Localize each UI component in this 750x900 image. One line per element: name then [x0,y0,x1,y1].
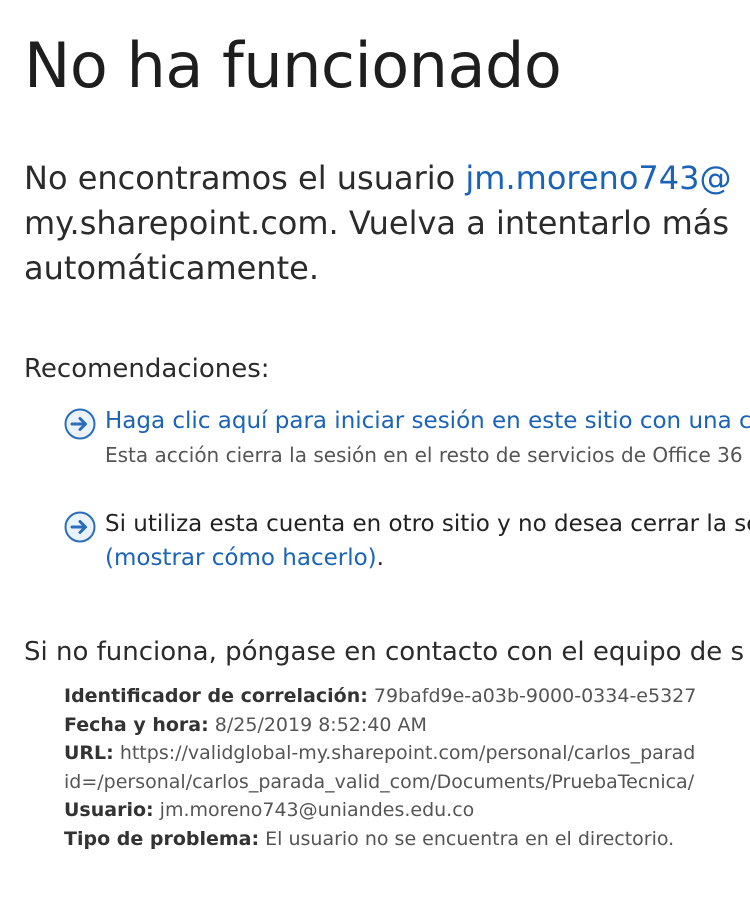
recommendation-suffix: . [376,545,384,571]
contact-support-text: Si no funciona, póngase en contacto con … [24,637,745,667]
detail-correlation: Identificador de correlación: 79bafd9e-a… [64,682,750,711]
message-line-1: No encontramos el usuario jm.moreno743@ [24,156,750,201]
detail-problem-type: Tipo de problema: El usuario no se encue… [64,825,750,854]
message-line-3: automáticamente. [24,249,319,287]
arrow-circle-right-icon[interactable] [64,408,96,440]
detail-value: 8/25/2019 8:52:40 AM [214,713,427,736]
recommendation-note: Esta acción cierra la sesión en el resto… [105,443,743,467]
page-title: No ha funcionado [24,29,562,102]
detail-url-continued: id=/personal/carlos_parada_valid_com/Doc… [64,770,695,793]
detail-label: Fecha y hora: [64,713,209,736]
show-how-link[interactable]: (mostrar cómo hacerlo) [105,545,377,571]
detail-datetime: Fecha y hora: 8/25/2019 8:52:40 AM [64,711,750,740]
recommendation-text: Haga clic aquí para iniciar sesión en es… [105,404,750,472]
error-details: Identificador de correlación: 79bafd9e-a… [64,682,750,853]
message-line-2: my.sharepoint.com. Vuelva a intentarlo m… [24,204,730,242]
detail-value: jm.moreno743@uniandes.edu.co [159,799,475,821]
detail-label: Identificador de correlación: [64,685,368,707]
detail-value: https://validglobal-my.sharepoint.com/pe… [119,742,696,764]
detail-user: Usuario: jm.moreno743@uniandes.edu.co [64,796,750,825]
recommendation-item-other-site: Si utiliza esta cuenta en otro sitio y n… [64,507,750,581]
detail-label: Usuario: [64,799,154,821]
recommendations-heading: Recomendaciones: [24,354,270,384]
detail-label: Tipo de problema: [64,827,260,850]
error-message: No encontramos el usuario jm.moreno743@ … [24,156,750,291]
user-link[interactable]: jm.moreno743@ [465,159,731,197]
recommendation-item-sign-in: Haga clic aquí para iniciar sesión en es… [64,404,750,478]
detail-value: El usuario no se encuentra en el directo… [265,827,675,850]
detail-url: URL: https://validglobal-my.sharepoint.c… [64,739,750,768]
detail-value: 79bafd9e-a03b-9000-0334-e5327 [373,685,697,707]
arrow-circle-right-icon [64,511,96,543]
message-prefix: No encontramos el usuario [24,159,466,197]
recommendation-body: Si utiliza esta cuenta en otro sitio y n… [105,511,750,537]
sign-in-other-account-link[interactable]: Haga clic aquí para iniciar sesión en es… [105,408,750,434]
detail-label: URL: [64,742,114,764]
recommendation-text: Si utiliza esta cuenta en otro sitio y n… [105,507,750,575]
